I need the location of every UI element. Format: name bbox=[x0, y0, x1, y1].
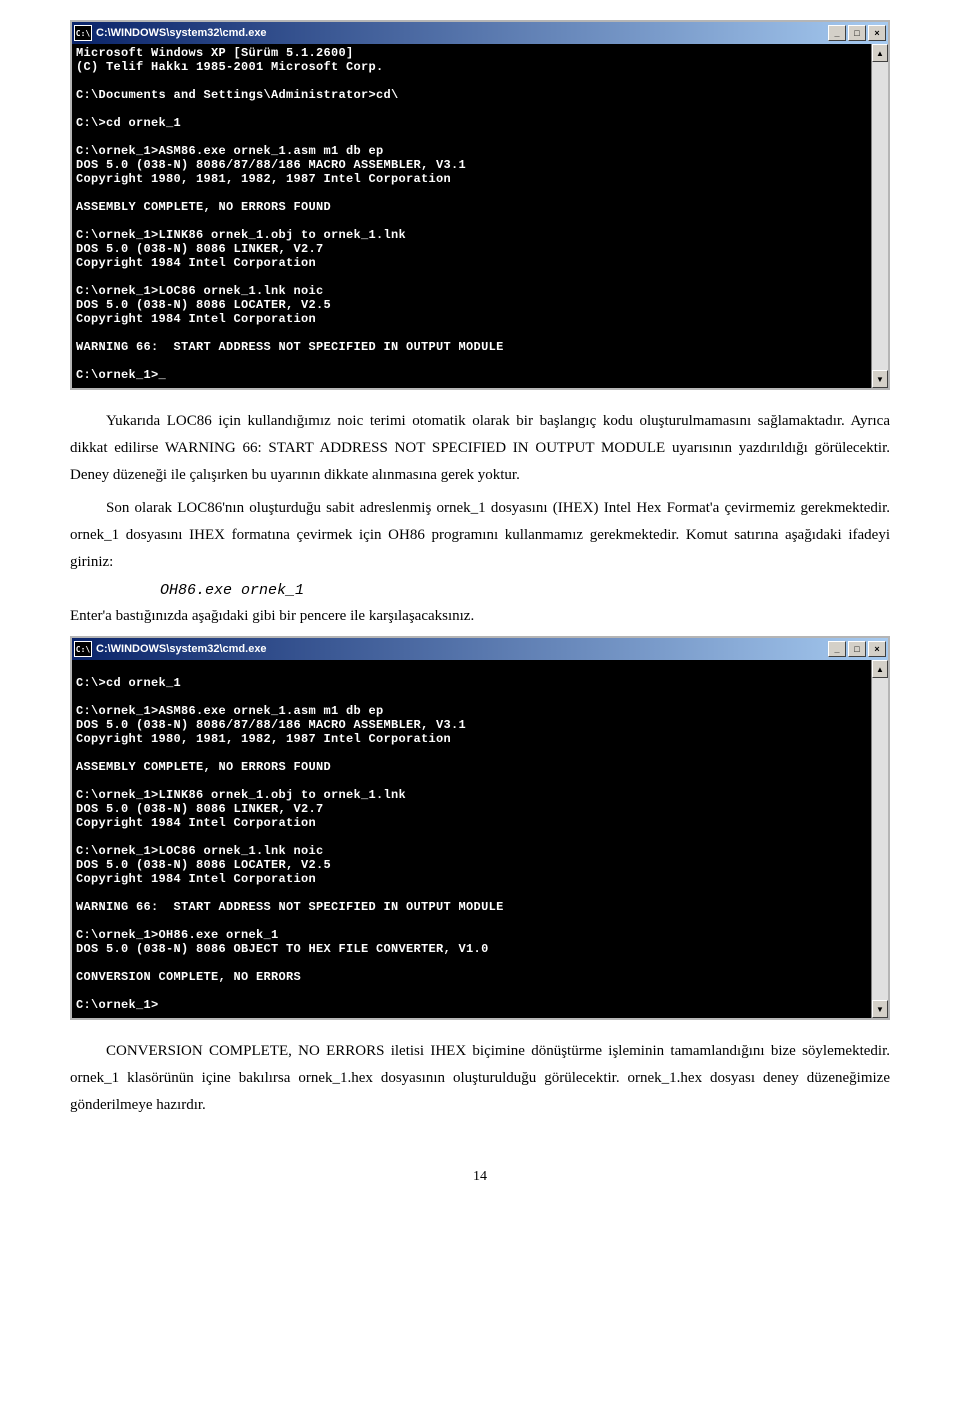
cmd-title: C:\WINDOWS\system32\cmd.exe bbox=[96, 27, 828, 39]
cmd-titlebar: C:\ C:\WINDOWS\system32\cmd.exe _ □ × bbox=[72, 22, 888, 44]
scroll-track[interactable] bbox=[872, 678, 888, 1000]
scroll-track[interactable] bbox=[872, 62, 888, 370]
cmd-window-1: C:\ C:\WINDOWS\system32\cmd.exe _ □ × Mi… bbox=[70, 20, 890, 390]
paragraph-1: Yukarıda LOC86 için kullandığımız noic t… bbox=[70, 408, 890, 489]
minimize-button[interactable]: _ bbox=[828, 641, 846, 657]
cmd-output: Microsoft Windows XP [Sürüm 5.1.2600] (C… bbox=[72, 44, 871, 388]
scrollbar[interactable]: ▲ ▼ bbox=[871, 44, 888, 388]
cmd-title: C:\WINDOWS\system32\cmd.exe bbox=[96, 643, 828, 655]
page-number: 14 bbox=[70, 1169, 890, 1185]
minimize-button[interactable]: _ bbox=[828, 25, 846, 41]
cmd-titlebar: C:\ C:\WINDOWS\system32\cmd.exe _ □ × bbox=[72, 638, 888, 660]
maximize-button[interactable]: □ bbox=[848, 641, 866, 657]
cmd-output: C:\>cd ornek_1 C:\ornek_1>ASM86.exe orne… bbox=[72, 660, 871, 1018]
paragraph-3: Enter'a bastığınızda aşağıdaki gibi bir … bbox=[70, 603, 890, 630]
cmd-icon: C:\ bbox=[74, 25, 92, 41]
scroll-down-icon[interactable]: ▼ bbox=[872, 1000, 888, 1018]
paragraph-4: CONVERSION COMPLETE, NO ERRORS iletisi I… bbox=[70, 1038, 890, 1119]
scrollbar[interactable]: ▲ ▼ bbox=[871, 660, 888, 1018]
cmd-icon: C:\ bbox=[74, 641, 92, 657]
scroll-up-icon[interactable]: ▲ bbox=[872, 660, 888, 678]
scroll-up-icon[interactable]: ▲ bbox=[872, 44, 888, 62]
paragraph-2: Son olarak LOC86'nın oluşturduğu sabit a… bbox=[70, 495, 890, 576]
close-button[interactable]: × bbox=[868, 641, 886, 657]
scroll-down-icon[interactable]: ▼ bbox=[872, 370, 888, 388]
cmd-window-2: C:\ C:\WINDOWS\system32\cmd.exe _ □ × C:… bbox=[70, 636, 890, 1020]
maximize-button[interactable]: □ bbox=[848, 25, 866, 41]
close-button[interactable]: × bbox=[868, 25, 886, 41]
code-command: OH86.exe ornek_1 bbox=[160, 582, 890, 599]
